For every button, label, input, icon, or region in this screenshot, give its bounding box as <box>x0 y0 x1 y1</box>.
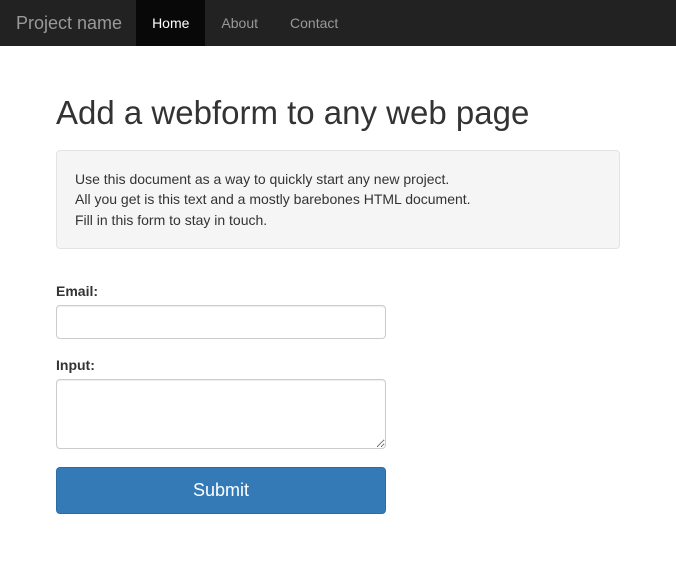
intro-line-3: Fill in this form to stay in touch. <box>75 210 601 230</box>
nav-item-contact[interactable]: Contact <box>274 0 354 46</box>
contact-form: Email: Input: Submit <box>56 283 620 514</box>
intro-line-2: All you get is this text and a mostly ba… <box>75 189 601 209</box>
form-group-input: Input: <box>56 357 386 449</box>
input-textarea[interactable] <box>56 379 386 449</box>
page-heading: Add a webform to any web page <box>56 94 620 132</box>
intro-well: Use this document as a way to quickly st… <box>56 150 620 249</box>
email-label: Email: <box>56 283 386 299</box>
nav-item-home[interactable]: Home <box>136 0 205 46</box>
navbar-brand[interactable]: Project name <box>16 0 136 46</box>
nav-item-about[interactable]: About <box>205 0 274 46</box>
nav-link-about[interactable]: About <box>205 0 274 46</box>
input-label: Input: <box>56 357 386 373</box>
navbar: Project name Home About Contact <box>0 0 676 46</box>
form-group-email: Email: <box>56 283 386 339</box>
intro-line-1: Use this document as a way to quickly st… <box>75 169 601 189</box>
submit-button[interactable]: Submit <box>56 467 386 514</box>
nav-link-home[interactable]: Home <box>136 0 205 46</box>
main-container: Add a webform to any web page Use this d… <box>48 94 628 514</box>
navbar-nav: Home About Contact <box>136 0 354 46</box>
nav-link-contact[interactable]: Contact <box>274 0 354 46</box>
email-field[interactable] <box>56 305 386 339</box>
